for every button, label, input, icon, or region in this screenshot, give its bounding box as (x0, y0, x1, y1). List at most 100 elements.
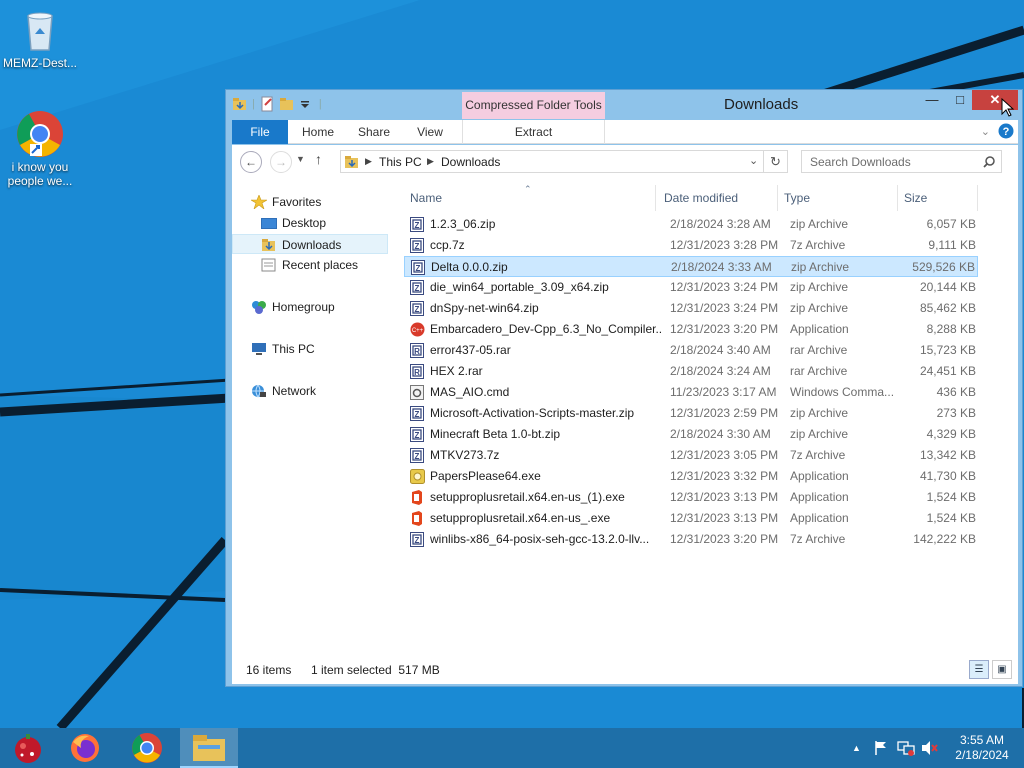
refresh-button[interactable]: ↻ (764, 150, 788, 173)
file-row[interactable]: Zdie_win64_portable_3.09_x64.zip 12/31/20… (404, 277, 978, 298)
taskbar-app-firefox[interactable] (56, 728, 114, 768)
clock-date: 2/18/2024 (955, 748, 1009, 762)
file-type: rar Archive (790, 343, 848, 357)
file-row[interactable]: MAS_AIO.cmd 11/23/2023 3:17 AM Windows Com… (404, 382, 978, 403)
search-placeholder: Search Downloads (810, 155, 911, 169)
file-type: zip Archive (790, 280, 849, 294)
file-size: 1,524 KB (926, 511, 976, 525)
expand-ribbon-icon[interactable]: ⌄ (981, 125, 990, 138)
memz-icon (15, 734, 41, 763)
file-name: setupproplusretail.x64.en-us_.exe (430, 511, 611, 525)
file-size: 529,526 KB (912, 260, 975, 274)
taskbar-app-file-explorer[interactable] (180, 728, 238, 768)
action-center-flag-icon[interactable] (873, 740, 889, 756)
column-header-type[interactable]: Type (778, 185, 898, 211)
file-type: Application (790, 490, 849, 504)
rar-archive-icon: R (410, 343, 424, 358)
office-installer-icon (410, 490, 424, 505)
title-bar[interactable]: | | Compressed Folder Tools Downloads — … (226, 90, 1022, 119)
show-hidden-icons-button[interactable]: ▲ (852, 743, 861, 753)
nav-this-pc[interactable]: This PC (232, 339, 388, 359)
back-button[interactable]: ← (240, 151, 262, 173)
file-size: 24,451 KB (919, 364, 976, 378)
network-status-icon[interactable] (897, 740, 915, 756)
customize-toolbar-icon[interactable] (299, 96, 315, 112)
file-date: 2/18/2024 3:28 AM (670, 217, 771, 231)
breadcrumb-this-pc[interactable]: This PC (379, 155, 422, 169)
desktop-icon-recycle-bin[interactable]: MEMZ-Dest... (0, 6, 80, 70)
file-row[interactable]: Rerror437-05.rar 2/18/2024 3:40 AM rar Arc… (404, 340, 978, 361)
nav-favorites[interactable]: Favorites (232, 192, 388, 212)
address-dropdown-icon[interactable]: ⌄ (749, 154, 758, 167)
nav-network[interactable]: Network (232, 381, 388, 401)
file-row[interactable]: setupproplusretail.x64.en-us_(1).exe 12/3… (404, 487, 978, 508)
file-row[interactable]: Z Minecraft Beta 1.0-bt.zip 2/18/2024 3:30… (404, 424, 978, 445)
search-input[interactable]: Search Downloads (801, 150, 1002, 173)
file-row[interactable]: ZdnSpy-net-win64.zip 12/31/2023 3:24 PM zi… (404, 298, 978, 319)
selection-info: 1 item selected 517 MB (311, 663, 440, 677)
zip-archive-icon: Z (410, 532, 424, 547)
breadcrumb-separator: ▶ (365, 156, 372, 166)
nav-desktop[interactable]: Desktop (232, 213, 388, 233)
star-icon (251, 195, 267, 209)
help-icon[interactable]: ? (998, 123, 1014, 139)
file-name: 1.2.3_06.zip (430, 217, 496, 231)
file-row[interactable]: Zwinlibs-x86_64-posix-seh-gcc-13.2.0-llv… (404, 529, 978, 550)
file-size: 8,288 KB (926, 322, 976, 336)
file-row[interactable]: setupproplusretail.x64.en-us_.exe 12/31/2… (404, 508, 978, 529)
properties-icon[interactable] (259, 96, 275, 112)
file-row[interactable]: R HEX 2.rar 2/18/2024 3:24 AM rar Archive 24… (404, 361, 978, 382)
taskbar-app-memz[interactable] (0, 728, 58, 768)
file-date: 12/31/2023 3:13 PM (670, 511, 779, 525)
zip-archive-icon: Z (410, 280, 424, 295)
tab-extract[interactable]: Extract (462, 120, 605, 144)
svg-text:R: R (414, 368, 420, 377)
rar-archive-icon: R (410, 364, 424, 379)
sort-ascending-icon: ⌃ (524, 184, 532, 194)
tab-share[interactable]: Share (348, 120, 400, 144)
volume-muted-icon[interactable] (921, 740, 939, 756)
nav-downloads[interactable]: Downloads (232, 234, 388, 254)
file-row[interactable]: Z Microsoft-Activation-Scripts-master.zip… (404, 403, 978, 424)
window-title: Downloads (724, 96, 799, 113)
file-row[interactable]: PapersPlease64.exe 12/31/2023 3:32 PM Appl… (404, 466, 978, 487)
column-header-size[interactable]: Size (898, 185, 978, 211)
details-view-button[interactable]: ☰ (969, 660, 989, 679)
svg-text:Z: Z (416, 264, 421, 273)
recent-places-icon (261, 258, 276, 272)
zip-archive-icon: Z (410, 406, 424, 421)
taskbar-app-chrome[interactable] (118, 728, 176, 768)
desktop-icon-chrome-shortcut[interactable]: i know you people we... (0, 110, 80, 188)
column-header-date[interactable]: Date modified (658, 185, 778, 211)
recent-locations-dropdown[interactable]: ▼ (296, 154, 305, 164)
up-button[interactable]: ↑ (315, 151, 322, 167)
tab-view[interactable]: View (404, 120, 456, 144)
breadcrumb-downloads[interactable]: Downloads (441, 155, 500, 169)
minimize-button[interactable]: — (918, 90, 946, 110)
nav-recent-places[interactable]: Recent places (232, 255, 388, 275)
navigation-bar: ← → ▼ ↑ ▶ This PC ▶ Downloads ⌄ ↻ Search… (232, 145, 1018, 177)
column-header-name[interactable]: Name ⌃ (404, 184, 656, 211)
nav-homegroup[interactable]: Homegroup (232, 297, 388, 317)
tab-file[interactable]: File (232, 120, 288, 144)
maximize-button[interactable]: □ (946, 90, 974, 110)
file-row[interactable]: Z MTKV273.7z 12/31/2023 3:05 PM 7z Archive 1… (404, 445, 978, 466)
address-bar[interactable]: ▶ This PC ▶ Downloads ⌄ (340, 150, 764, 173)
file-row[interactable]: Z 1.2.3_06.zip 2/18/2024 3:28 AM zip Archiv… (404, 214, 978, 235)
file-row[interactable]: Zccp.7z 12/31/2023 3:28 PM 7z Archive 9,111… (404, 235, 978, 256)
file-name: Microsoft-Activation-Scripts-master.zip (430, 406, 635, 420)
tab-home[interactable]: Home (292, 120, 344, 144)
file-date: 12/31/2023 3:24 PM (670, 280, 779, 294)
system-clock[interactable]: 3:55 AM 2/18/2024 (950, 733, 1014, 763)
search-icon[interactable] (983, 156, 995, 168)
file-row[interactable]: Z Delta 0.0.0.zip 2/18/2024 3:33 AM zip Arc… (404, 256, 978, 277)
file-row[interactable]: C++ Embarcadero_Dev-Cpp_6.3_No_Compiler..… (404, 319, 978, 340)
recycle-bin-icon (16, 6, 64, 54)
downloads-folder-icon (262, 239, 275, 251)
file-type: Application (790, 322, 849, 336)
file-date: 12/31/2023 3:20 PM (670, 532, 779, 546)
forward-button[interactable]: → (270, 151, 292, 173)
large-icons-view-button[interactable]: ▣ (992, 660, 1012, 679)
new-folder-icon[interactable] (279, 96, 295, 112)
zip-archive-icon: Z (411, 260, 425, 275)
